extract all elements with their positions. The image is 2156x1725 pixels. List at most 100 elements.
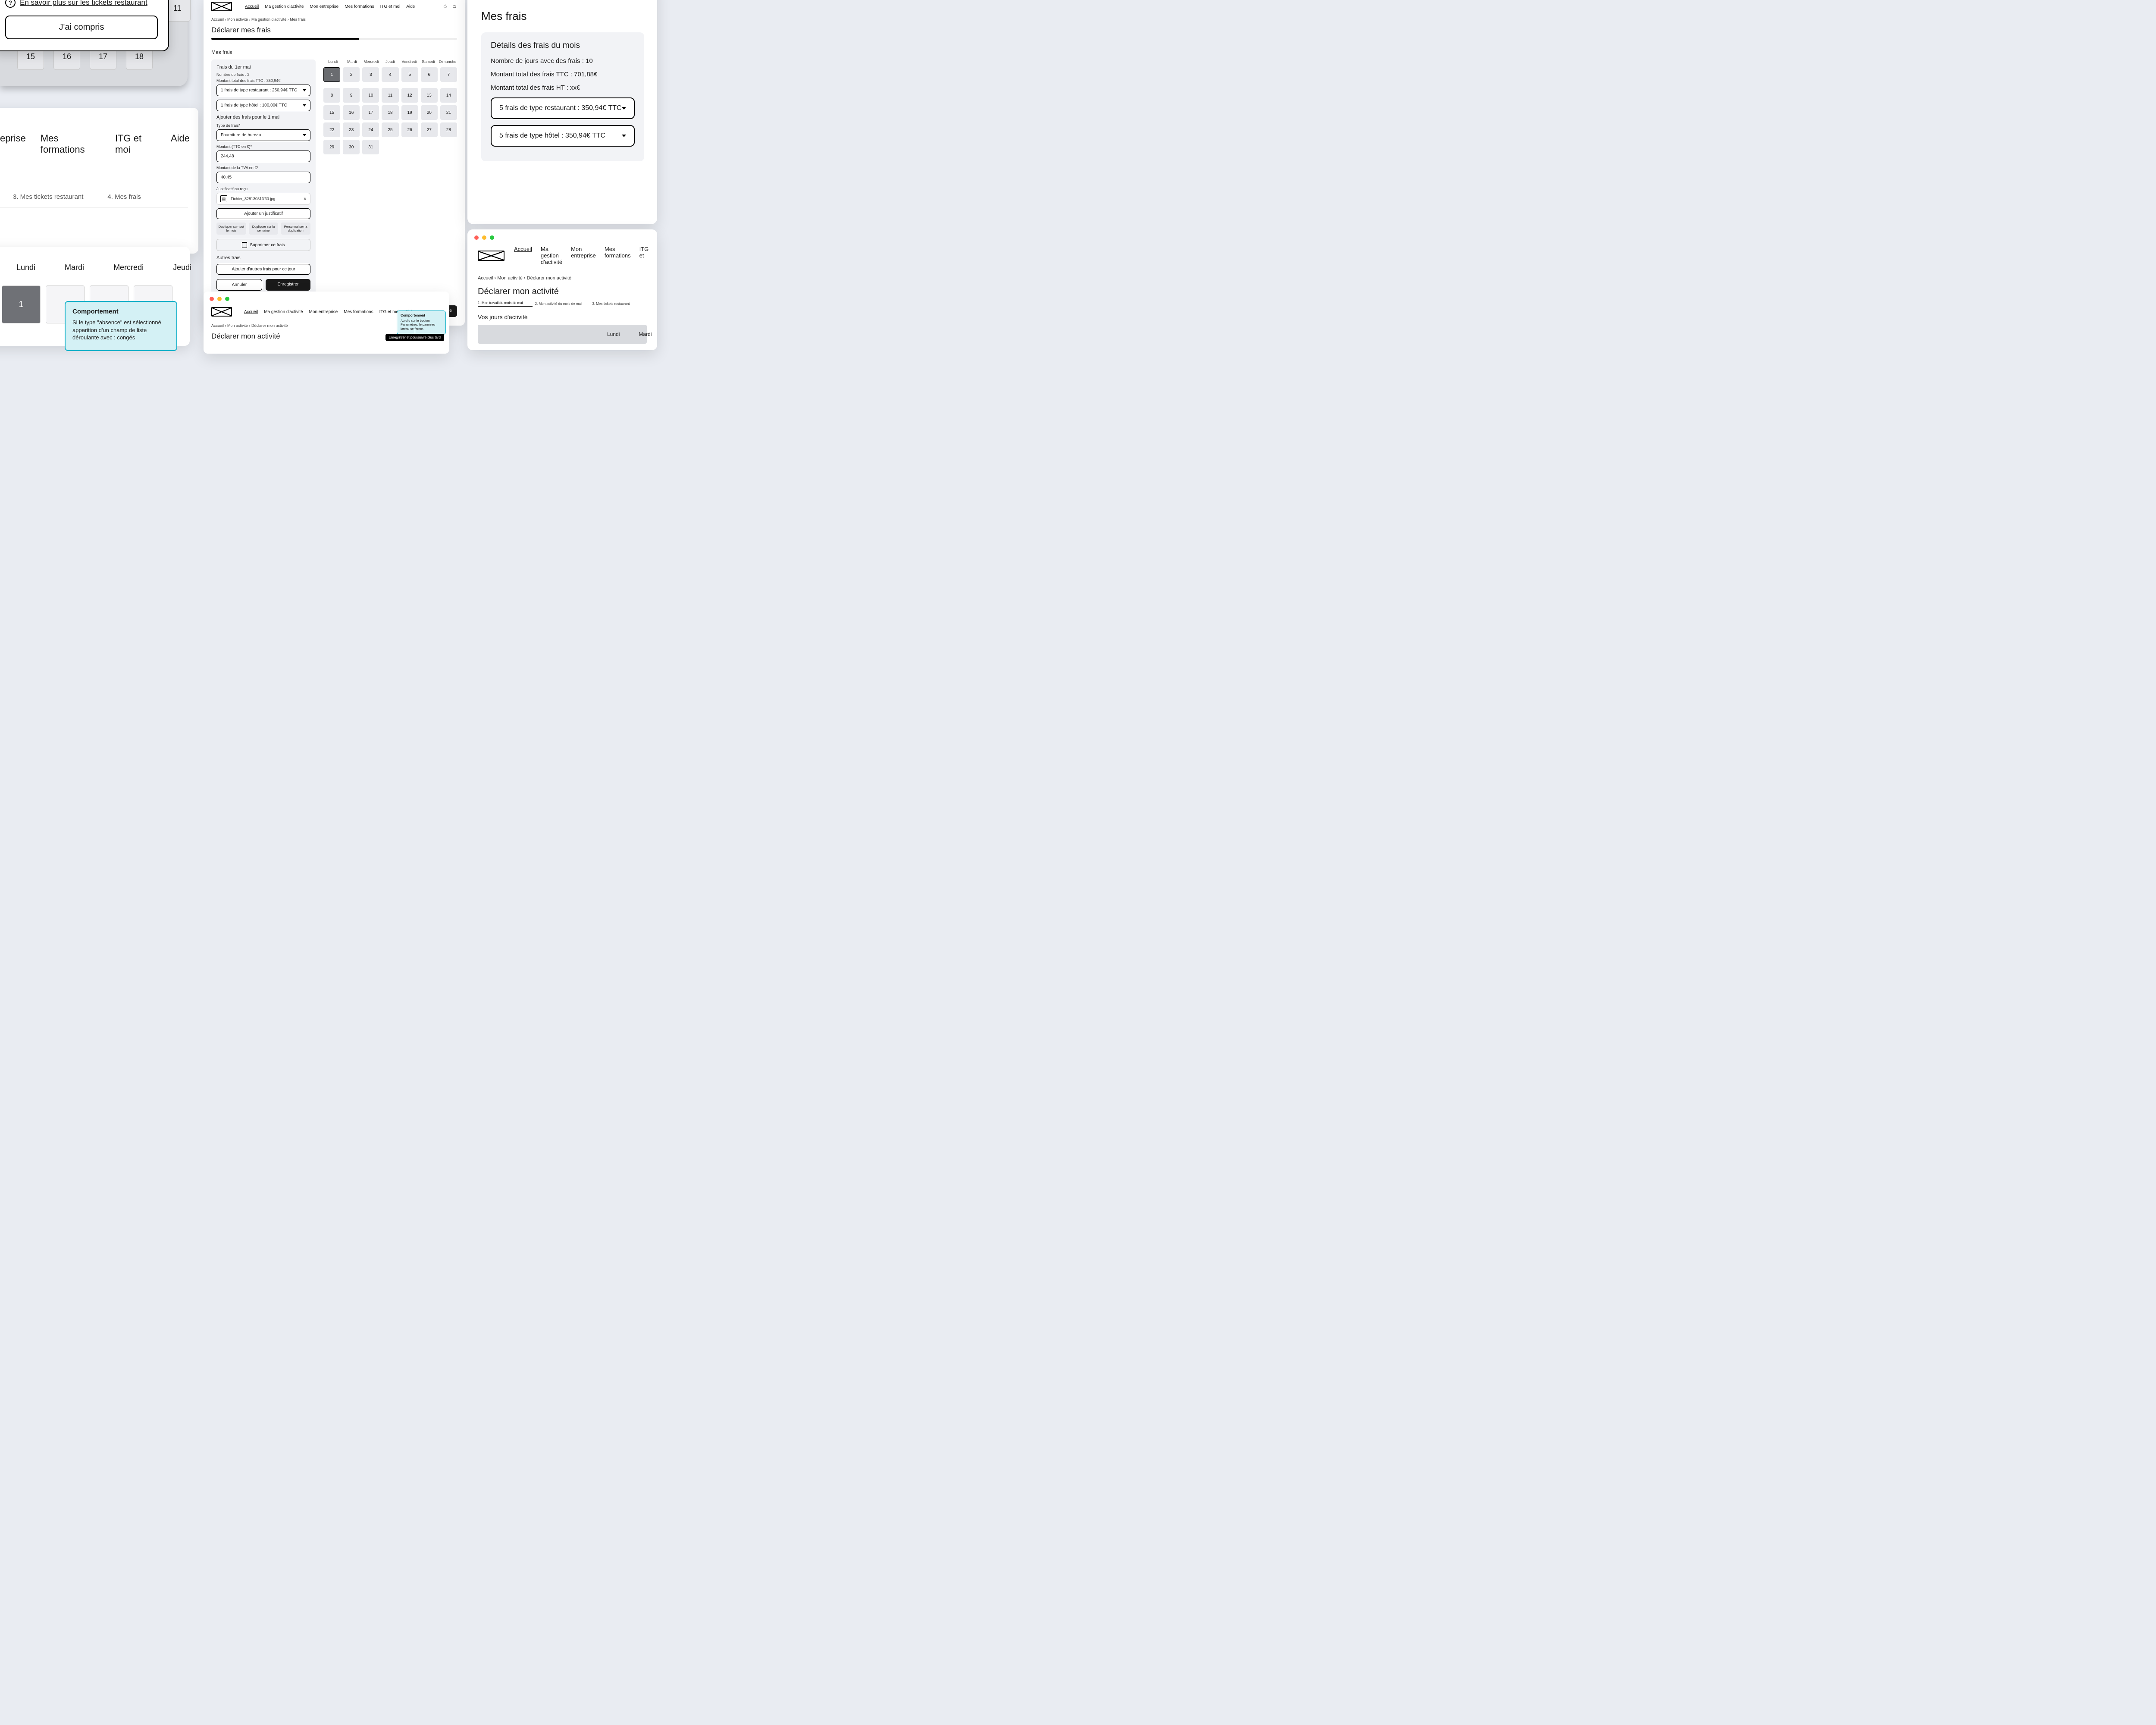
nav-item[interactable]: eprise: [0, 133, 26, 155]
summary-dropdown-hotel[interactable]: 5 frais de type hôtel : 350,94€ TTC: [491, 125, 635, 147]
max-dot-icon[interactable]: [225, 297, 229, 301]
duplicate-month-button[interactable]: Dupliquer sur tout le mois: [216, 223, 246, 235]
nav-item[interactable]: ITG et: [639, 246, 649, 265]
nav-item[interactable]: Aide: [406, 4, 415, 9]
calendar-day[interactable]: 12: [401, 88, 418, 103]
step-label[interactable]: 2. Mon activité du mois de mai: [535, 302, 590, 306]
chevron-down-icon: [303, 104, 306, 107]
day-label: Samedi: [419, 60, 438, 64]
amount-ttc-input[interactable]: 244,48: [216, 151, 310, 162]
calendar-day[interactable]: 11: [382, 88, 398, 103]
calendar-day[interactable]: 4: [382, 67, 398, 82]
calendar-day[interactable]: 29: [323, 140, 340, 154]
month-calendar: Lundi Mardi Mercredi Jeudi Vendredi Same…: [323, 60, 457, 297]
panel-heading: Frais du 1er mai: [216, 65, 310, 70]
nav-item[interactable]: ITG et moi: [380, 4, 401, 9]
nav-item[interactable]: Mes formations: [345, 4, 374, 9]
calendar-day[interactable]: 25: [382, 122, 398, 137]
main-nav: Accueil Ma gestion d'activité Mon entrep…: [245, 4, 436, 9]
duplicate-week-button[interactable]: Dupliquer sur la semaine: [249, 223, 279, 235]
nav-item[interactable]: Ma gestion d'activité: [541, 246, 562, 265]
bell-icon[interactable]: ♤: [443, 3, 448, 9]
nav-item[interactable]: Mes formations: [41, 133, 100, 155]
add-other-fee-button[interactable]: Ajouter d'autres frais pour ce jour: [216, 264, 310, 275]
calendar-day[interactable]: 21: [440, 105, 457, 120]
calendar-day[interactable]: 9: [343, 88, 360, 103]
nav-item[interactable]: Accueil: [245, 4, 259, 9]
nav-item[interactable]: Mon entreprise: [309, 310, 338, 314]
calendar-day[interactable]: 15: [323, 105, 340, 120]
remove-file-icon[interactable]: ✕: [303, 197, 307, 201]
fee-type-select[interactable]: Fourniture de bureau: [216, 129, 310, 141]
calendar-day[interactable]: 14: [440, 88, 457, 103]
calendar-day[interactable]: 26: [401, 122, 418, 137]
day-label: Lundi: [16, 263, 35, 272]
close-dot-icon[interactable]: [474, 235, 479, 240]
note-title: Comportement: [72, 308, 169, 315]
header-fragment: eprise Mes formations ITG et moi Aide 3.…: [0, 108, 198, 254]
learn-more-link[interactable]: En savoir plus sur les tickets restauran…: [20, 0, 147, 7]
nav-item[interactable]: Accueil: [244, 310, 258, 314]
day-label: Mardi: [65, 263, 84, 272]
calendar-cell[interactable]: 1: [2, 285, 41, 323]
save-button[interactable]: Enregistrer: [266, 279, 310, 291]
nav-item[interactable]: Mon entreprise: [310, 4, 339, 9]
chevron-down-icon: [303, 134, 306, 136]
field-label: Justificatif ou reçu: [216, 187, 310, 191]
calendar-day[interactable]: 22: [323, 122, 340, 137]
calendar-day[interactable]: 27: [421, 122, 438, 137]
min-dot-icon[interactable]: [217, 297, 222, 301]
custom-duplicate-button[interactable]: Personnaliser la duplication: [281, 223, 310, 235]
step-indicator: 1. Mon travail du mois de mai 2. Mon act…: [478, 301, 647, 307]
amount-tva-input[interactable]: 40,45: [216, 172, 310, 183]
calendar-day[interactable]: 1: [323, 67, 340, 82]
calendar-day[interactable]: 20: [421, 105, 438, 120]
calendar-day[interactable]: 24: [362, 122, 379, 137]
calendar-day[interactable]: 16: [343, 105, 360, 120]
step-label[interactable]: 3. Mes tickets restaurant: [592, 302, 647, 306]
cancel-button[interactable]: Annuler: [216, 279, 262, 291]
calendar-day[interactable]: 19: [401, 105, 418, 120]
calendar-day[interactable]: 30: [343, 140, 360, 154]
nav-item[interactable]: ITG et moi: [115, 133, 156, 155]
calendar-day[interactable]: 6: [421, 67, 438, 82]
nav-item[interactable]: Mon entreprise: [571, 246, 596, 265]
calendar-day[interactable]: 31: [362, 140, 379, 154]
min-dot-icon[interactable]: [482, 235, 486, 240]
save-continue-pill[interactable]: Enregistrer et poursuivre plus tard: [385, 334, 445, 341]
understood-button[interactable]: J'ai compris: [5, 16, 158, 39]
fee-dropdown-hotel[interactable]: 1 frais de type hôtel : 100,00€ TTC: [216, 100, 310, 111]
calendar-day[interactable]: 10: [362, 88, 379, 103]
calendar-day[interactable]: 18: [382, 105, 398, 120]
day-label: Jeudi: [381, 60, 400, 64]
attached-file-row: ▤ Fichier_828130313'30.jpg ✕: [216, 193, 310, 205]
calendar-day[interactable]: 7: [440, 67, 457, 82]
day-label: Jeudi: [173, 263, 191, 272]
delete-fee-button[interactable]: Supprimer ce frais: [216, 239, 310, 251]
nav-item[interactable]: Aide: [171, 133, 190, 155]
nav-item[interactable]: Accueil: [514, 246, 532, 265]
user-icon[interactable]: ☺: [452, 3, 457, 9]
file-name: Fichier_828130313'30.jpg: [231, 197, 275, 201]
nav-item[interactable]: Mes formations: [344, 310, 373, 314]
calendar-day[interactable]: 3: [362, 67, 379, 82]
calendar-day[interactable]: 8: [323, 88, 340, 103]
nav-item[interactable]: Ma gestion d'activité: [264, 310, 303, 314]
close-dot-icon[interactable]: [210, 297, 214, 301]
summary-dropdown-restaurant[interactable]: 5 frais de type restaurant : 350,94€ TTC: [491, 97, 635, 119]
chevron-down-icon: [622, 135, 626, 137]
fee-dropdown-restaurant[interactable]: 1 frais de type restaurant : 250,94€ TTC: [216, 85, 310, 96]
calendar-day[interactable]: 5: [401, 67, 418, 82]
calendar-day[interactable]: 28: [440, 122, 457, 137]
add-proof-button[interactable]: Ajouter un justificatif: [216, 208, 310, 219]
step-label[interactable]: 1. Mon travail du mois de mai: [478, 301, 533, 307]
input-value: 244,48: [221, 154, 234, 159]
calendar-day[interactable]: 13: [421, 88, 438, 103]
nav-item[interactable]: Ma gestion d'activité: [265, 4, 304, 9]
max-dot-icon[interactable]: [490, 235, 494, 240]
calendar-day[interactable]: 2: [343, 67, 360, 82]
window-controls: [204, 292, 449, 305]
calendar-day[interactable]: 23: [343, 122, 360, 137]
nav-item[interactable]: Mes formations: [605, 246, 631, 265]
calendar-day[interactable]: 17: [362, 105, 379, 120]
